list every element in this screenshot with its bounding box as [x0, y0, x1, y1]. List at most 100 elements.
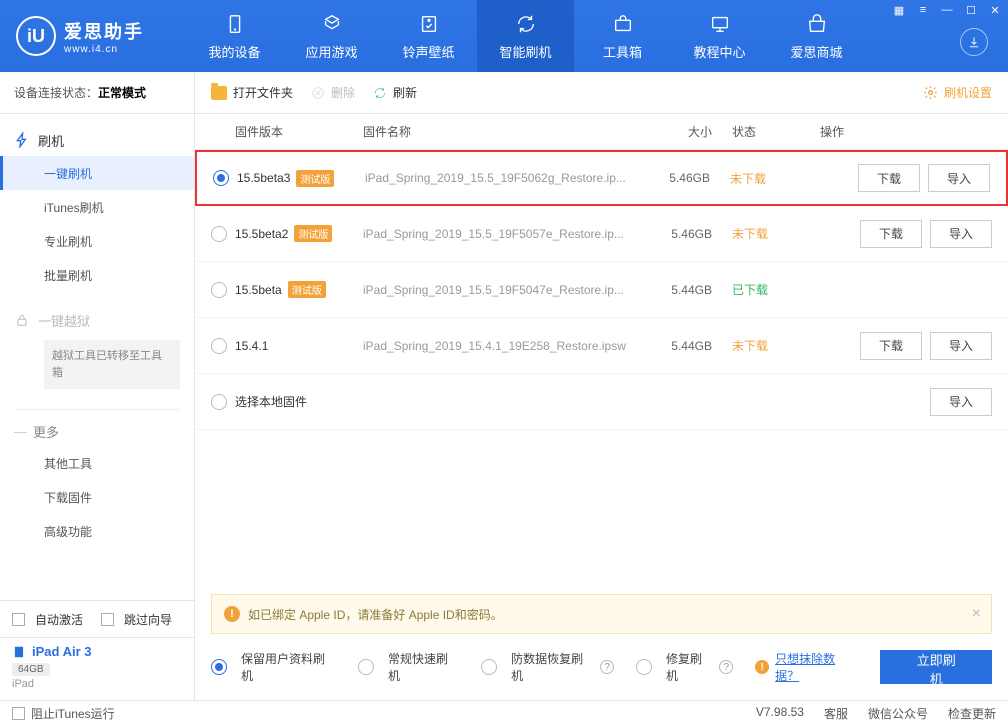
- check-update-link[interactable]: 检查更新: [948, 705, 996, 722]
- jailbreak-note: 越狱工具已转移至工具箱: [44, 340, 180, 389]
- nav-flash[interactable]: 智能刷机: [477, 0, 574, 72]
- app-url: www.i4.cn: [64, 44, 144, 55]
- device-icon: [223, 12, 247, 36]
- list-icon[interactable]: ≡: [916, 4, 930, 17]
- main-content: 打开文件夹 删除 刷新 刷机设置 固件版本 固件名称 大小 状态 操作 15.: [195, 72, 1008, 700]
- titlebar: ▦ ≡ — ☐ ✕ iU 爱思助手 www.i4.cn 我的设备应用游戏铃声壁纸…: [0, 0, 1008, 72]
- notice-close-button[interactable]: ×: [972, 605, 981, 623]
- table-header: 固件版本 固件名称 大小 状态 操作: [195, 114, 1008, 150]
- nav-wall[interactable]: 铃声壁纸: [380, 0, 477, 72]
- notice-text: 如已绑定 Apple ID，请准备好 Apple ID和密码。: [248, 606, 503, 623]
- block-itunes-checkbox[interactable]: [12, 707, 25, 720]
- sidebar-item[interactable]: 高级功能: [0, 514, 194, 548]
- firmware-size: 5.46GB: [650, 171, 730, 185]
- firmware-radio[interactable]: [213, 170, 229, 186]
- lock-icon: [14, 312, 30, 328]
- storage-badge: 64GB: [12, 663, 50, 676]
- sidebar-item[interactable]: 下载固件: [0, 480, 194, 514]
- nav-device[interactable]: 我的设备: [186, 0, 283, 72]
- auto-activate-row: 自动激活 跳过向导: [0, 601, 194, 637]
- firmware-radio[interactable]: [211, 394, 227, 410]
- nav-toolbox[interactable]: 工具箱: [574, 0, 671, 72]
- import-button[interactable]: 导入: [930, 332, 992, 360]
- flash-option[interactable]: 防数据恢复刷机?: [481, 650, 614, 684]
- customer-service-link[interactable]: 客服: [824, 705, 848, 722]
- firmware-list: 15.5beta3测试版 iPad_Spring_2019_15.5_19F50…: [195, 150, 1008, 594]
- nav-tutorial[interactable]: 教程中心: [671, 0, 768, 72]
- close-button[interactable]: ✕: [988, 4, 1002, 17]
- refresh-icon: [373, 86, 387, 100]
- block-itunes-label: 阻止iTunes运行: [31, 705, 115, 722]
- beta-badge: 测试版: [288, 281, 326, 298]
- firmware-radio[interactable]: [211, 282, 227, 298]
- wechat-link[interactable]: 微信公众号: [868, 705, 928, 722]
- download-button[interactable]: 下载: [858, 164, 920, 192]
- minimize-button[interactable]: —: [940, 4, 954, 17]
- auto-activate-label: 自动激活: [35, 611, 83, 628]
- appleid-notice: ! 如已绑定 Apple ID，请准备好 Apple ID和密码。 ×: [211, 594, 992, 634]
- flash-now-button[interactable]: 立即刷机: [880, 650, 992, 684]
- side-more[interactable]: —更多: [0, 416, 194, 446]
- erase-data-link[interactable]: 只想抹除数据？: [775, 650, 858, 684]
- import-button[interactable]: 导入: [930, 388, 992, 416]
- import-button[interactable]: 导入: [928, 164, 990, 192]
- option-radio[interactable]: [358, 659, 374, 675]
- grid-icon[interactable]: ▦: [892, 4, 906, 17]
- import-button[interactable]: 导入: [930, 220, 992, 248]
- sidebar-item[interactable]: iTunes刷机: [0, 190, 194, 224]
- flash-option[interactable]: 修复刷机?: [636, 650, 733, 684]
- option-radio[interactable]: [636, 659, 652, 675]
- delete-button[interactable]: 删除: [311, 84, 355, 101]
- firmware-radio[interactable]: [211, 338, 227, 354]
- download-button[interactable]: 下载: [860, 220, 922, 248]
- download-center-icon[interactable]: [960, 28, 988, 56]
- window-controls: ▦ ≡ — ☐ ✕: [892, 4, 1002, 17]
- firmware-status: 未下载: [732, 225, 812, 242]
- help-icon[interactable]: ?: [600, 660, 614, 674]
- refresh-button[interactable]: 刷新: [373, 84, 417, 101]
- firmware-ops: 下载 导入: [812, 332, 992, 360]
- sidebar-item[interactable]: 专业刷机: [0, 224, 194, 258]
- firmware-row[interactable]: 15.5beta测试版 iPad_Spring_2019_15.5_19F504…: [195, 262, 1008, 318]
- firmware-version: 15.5beta测试版: [235, 281, 363, 298]
- auto-activate-checkbox[interactable]: [12, 613, 25, 626]
- open-folder-button[interactable]: 打开文件夹: [211, 84, 293, 101]
- flash-option[interactable]: 保留用户资料刷机: [211, 650, 336, 684]
- tutorial-icon: [708, 12, 732, 36]
- firmware-status: 已下载: [732, 281, 812, 298]
- sidebar-item[interactable]: 批量刷机: [0, 258, 194, 292]
- tablet-icon: [12, 645, 26, 659]
- firmware-version: 15.5beta3测试版: [237, 170, 365, 187]
- download-button[interactable]: 下载: [860, 332, 922, 360]
- delete-icon: [311, 86, 325, 100]
- option-radio[interactable]: [481, 659, 497, 675]
- maximize-button[interactable]: ☐: [964, 4, 978, 17]
- wall-icon: [417, 12, 441, 36]
- flash-option[interactable]: 常规快速刷机: [358, 650, 459, 684]
- nav-store[interactable]: 爱思商城: [768, 0, 865, 72]
- device-name[interactable]: iPad Air 3: [12, 644, 182, 659]
- firmware-row[interactable]: 15.5beta3测试版 iPad_Spring_2019_15.5_19F50…: [195, 150, 1008, 206]
- sidebar-item[interactable]: 一键刷机: [0, 156, 194, 190]
- sidebar-item[interactable]: 其他工具: [0, 446, 194, 480]
- firmware-row[interactable]: 15.5beta2测试版 iPad_Spring_2019_15.5_19F50…: [195, 206, 1008, 262]
- app-title: 爱思助手: [64, 18, 144, 44]
- flash-settings-button[interactable]: 刷机设置: [923, 84, 992, 101]
- firmware-row[interactable]: 15.4.1 iPad_Spring_2019_15.4.1_19E258_Re…: [195, 318, 1008, 374]
- firmware-status: 未下载: [730, 170, 810, 187]
- block-itunes-row: 阻止iTunes运行: [12, 705, 115, 722]
- col-status: 状态: [732, 123, 812, 140]
- nav-apps[interactable]: 应用游戏: [283, 0, 380, 72]
- option-radio[interactable]: [211, 659, 227, 675]
- firmware-radio[interactable]: [211, 226, 227, 242]
- side-group-lock: 一键越狱: [0, 304, 194, 336]
- apps-icon: [320, 12, 344, 36]
- skip-guide-checkbox[interactable]: [101, 613, 114, 626]
- help-icon[interactable]: ?: [719, 660, 733, 674]
- firmware-ops: 下载 导入: [812, 220, 992, 248]
- toolbox-icon: [611, 12, 635, 36]
- statusbar: 阻止iTunes运行 V7.98.53 客服 微信公众号 检查更新: [0, 700, 1008, 725]
- firmware-name: iPad_Spring_2019_15.5_19F5047e_Restore.i…: [363, 283, 652, 297]
- local-firmware-row[interactable]: 选择本地固件 导入: [195, 374, 1008, 430]
- skip-guide-label: 跳过向导: [124, 611, 172, 628]
